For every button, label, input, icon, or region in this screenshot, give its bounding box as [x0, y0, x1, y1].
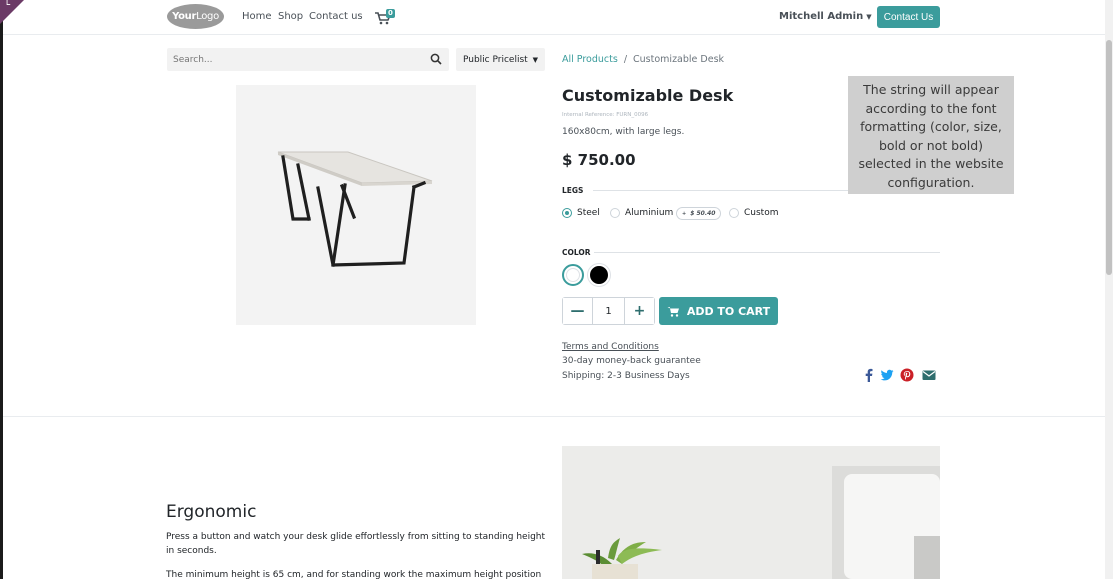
user-menu[interactable]: Mitchell Admin ▼ — [779, 11, 872, 22]
minus-icon[interactable]: — — [563, 298, 592, 324]
ergonomic-paragraph-2: The minimum height is 65 cm, and for sta… — [166, 570, 542, 579]
caret-down-icon: ▼ — [532, 55, 539, 64]
pricelist-dropdown[interactable]: Public Pricelist ▼ — [456, 48, 545, 71]
terms-link[interactable]: Terms and Conditions — [562, 342, 659, 352]
quantity-input[interactable]: 1 — [592, 298, 625, 324]
plus-icon[interactable]: + — [625, 298, 654, 324]
corner-arrow-icon: └ — [4, 0, 11, 11]
product-search — [167, 48, 449, 71]
ergonomic-heading: Ergonomic — [166, 502, 257, 522]
product-description: 160x80cm, with large legs. — [562, 127, 685, 137]
email-icon[interactable] — [922, 368, 936, 382]
quantity-stepper: — 1 + — [562, 297, 655, 325]
window-frame-edge — [0, 0, 3, 579]
nav-contact-us[interactable]: Contact us — [309, 11, 363, 22]
shipping-text: Shipping: 2-3 Business Days — [562, 371, 690, 381]
cart-icon — [667, 306, 679, 317]
page-scrollbar[interactable] — [1105, 0, 1113, 579]
breadcrumb-separator: / — [623, 54, 628, 65]
caret-down-icon: ▼ — [866, 13, 872, 21]
ergonomic-image — [562, 446, 940, 579]
color-swatch-white[interactable] — [562, 264, 584, 286]
twitter-icon[interactable] — [880, 368, 894, 382]
ergonomic-paragraph-1: Press a button and watch your desk glide… — [166, 532, 546, 556]
office-scene-illustration — [562, 446, 940, 579]
legs-attribute-label: LEGS — [562, 186, 584, 195]
product-price: $ 750.00 — [562, 151, 636, 169]
search-input[interactable] — [167, 48, 422, 71]
radio-icon[interactable] — [610, 208, 620, 218]
extra-price-badge: + $ 50.40 — [676, 207, 722, 220]
nav-home[interactable]: Home — [242, 11, 272, 22]
color-attribute-label: COLOR — [562, 248, 591, 257]
add-to-cart-button[interactable]: ADD TO CART — [659, 297, 778, 325]
facebook-icon[interactable] — [862, 368, 876, 382]
section-divider — [3, 416, 1105, 417]
desk-illustration — [277, 151, 433, 267]
site-header: Your Logo Home Shop Contact us 0 Mitchell… — [3, 0, 1105, 35]
site-logo[interactable]: Your Logo — [167, 4, 224, 29]
contact-us-button[interactable]: Contact Us — [877, 6, 940, 28]
legs-option-aluminium[interactable]: Aluminium — [610, 208, 673, 218]
legs-option-steel[interactable]: Steel — [562, 208, 600, 218]
pinterest-icon[interactable] — [900, 368, 914, 382]
product-title: Customizable Desk — [562, 86, 734, 105]
scrollbar-thumb[interactable] — [1106, 40, 1112, 275]
cart-count-badge: 0 — [386, 9, 395, 18]
radio-icon[interactable] — [729, 208, 739, 218]
color-divider — [594, 252, 940, 253]
color-swatch-black[interactable] — [588, 264, 610, 286]
breadcrumb: All Products / Customizable Desk — [562, 54, 724, 65]
breadcrumb-current: Customizable Desk — [633, 54, 725, 65]
guarantee-text: 30-day money-back guarantee — [562, 356, 701, 366]
internal-reference: Internal Reference: FURN_0096 — [562, 112, 649, 118]
font-formatting-tooltip: The string will appear according to the … — [848, 76, 1014, 194]
nav-shop[interactable]: Shop — [278, 11, 303, 22]
search-icon[interactable] — [430, 53, 442, 65]
product-image[interactable] — [236, 85, 476, 325]
legs-option-custom[interactable]: Custom — [729, 208, 778, 218]
breadcrumb-all-products[interactable]: All Products — [562, 54, 618, 65]
radio-selected-icon[interactable] — [562, 208, 572, 218]
